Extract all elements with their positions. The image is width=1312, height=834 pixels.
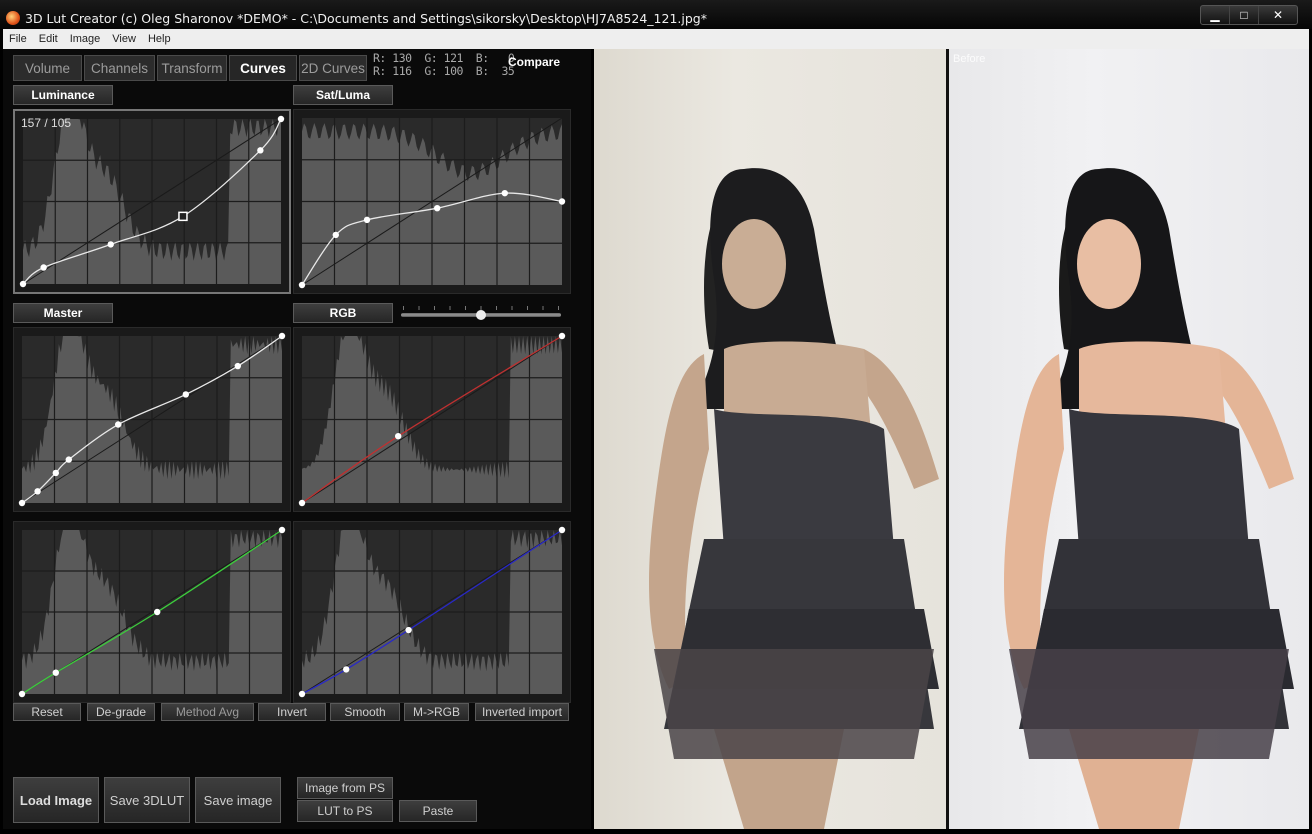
method-avg-button[interactable]: Method Avg (161, 703, 254, 721)
compare-button[interactable]: Compare (508, 55, 560, 69)
image-from-ps-button[interactable]: Image from PS (297, 777, 393, 799)
curve-point[interactable] (34, 488, 41, 495)
curve-point[interactable] (405, 626, 412, 634)
curve-point[interactable] (558, 332, 566, 340)
tab-curves[interactable]: Curves (229, 55, 297, 81)
readout-before: R: 116 G: 100 B: 35 (373, 64, 515, 78)
maximize-button[interactable]: □ (1230, 6, 1259, 24)
curve-coordinate-readout: 157 / 105 (21, 116, 72, 130)
menu-image[interactable]: Image (64, 29, 107, 45)
curve-point[interactable] (298, 499, 306, 507)
window-controls: ▁ □ ✕ (1200, 5, 1298, 25)
control-panel: Volume Channels Transform Curves 2D Curv… (3, 49, 591, 829)
curve-point[interactable] (298, 281, 306, 289)
menu-file[interactable]: File (3, 29, 33, 45)
tab-transform[interactable]: Transform (157, 55, 227, 81)
save-image-button[interactable]: Save image (195, 777, 281, 823)
invert-button[interactable]: Invert (258, 703, 326, 721)
luminance-curve-panel[interactable]: 157 / 105 (13, 109, 291, 294)
sat-luma-label-button[interactable]: Sat/Luma (293, 85, 393, 105)
curve-point[interactable] (18, 499, 26, 507)
menu-bar: File Edit Image View Help (3, 29, 1309, 49)
blue-curve-graph[interactable] (294, 522, 570, 702)
master-curve-panel[interactable] (13, 327, 291, 512)
tab-volume[interactable]: Volume (13, 55, 82, 81)
curve-point[interactable] (18, 690, 26, 698)
blue-curve-panel[interactable] (293, 521, 571, 703)
sat-luma-curve-panel[interactable] (293, 109, 571, 294)
curve-point[interactable] (363, 216, 371, 224)
red-curve-panel[interactable] (293, 327, 571, 512)
inverted-import-button[interactable]: Inverted import (475, 703, 569, 721)
green-curve-panel[interactable] (13, 521, 291, 703)
curve-point[interactable] (298, 690, 306, 698)
master-curve-graph[interactable] (14, 328, 290, 511)
curve-point[interactable] (558, 198, 566, 205)
master-label-button[interactable]: Master (13, 303, 113, 323)
curve-point[interactable] (182, 391, 189, 398)
curve-point[interactable] (107, 241, 114, 248)
preview-after-image[interactable] (594, 49, 946, 829)
curve-point[interactable] (52, 669, 59, 676)
curve-point[interactable] (558, 526, 566, 534)
save-3dlut-button[interactable]: Save 3DLUT (104, 777, 190, 823)
luminance-curve-graph[interactable] (15, 111, 289, 292)
curve-point[interactable] (52, 469, 59, 477)
curve-point[interactable] (277, 115, 285, 123)
app-icon (6, 11, 20, 25)
curve-point[interactable] (257, 147, 264, 154)
smooth-button[interactable]: Smooth (330, 703, 400, 721)
paste-button[interactable]: Paste (399, 800, 477, 822)
curve-point[interactable] (501, 189, 508, 197)
menu-view[interactable]: View (106, 29, 142, 45)
tab-2d-curves[interactable]: 2D Curves (299, 55, 367, 81)
lut-to-ps-button[interactable]: LUT to PS (297, 800, 393, 822)
luminance-label-button[interactable]: Luminance (13, 85, 113, 105)
curve-point[interactable] (343, 666, 350, 673)
before-label: Before (953, 53, 986, 65)
sat-luma-curve-graph[interactable] (294, 110, 570, 293)
window-title: 3D Lut Creator (c) Oleg Sharonov *DEMO* … (25, 11, 707, 26)
reset-button[interactable]: Reset (13, 703, 81, 721)
curve-point[interactable] (434, 204, 441, 212)
preview-before-image[interactable]: Before (949, 49, 1309, 829)
tab-channels[interactable]: Channels (84, 55, 155, 81)
menu-help[interactable]: Help (142, 29, 177, 45)
curve-point[interactable] (332, 231, 339, 239)
curve-point[interactable] (19, 280, 27, 288)
curve-point[interactable] (234, 362, 241, 370)
red-curve-graph[interactable] (294, 328, 570, 511)
green-curve-graph[interactable] (14, 522, 290, 702)
minimize-button[interactable]: ▁ (1201, 6, 1230, 24)
curve-point[interactable] (115, 421, 122, 428)
curve-point[interactable] (154, 608, 161, 616)
title-bar: 3D Lut Creator (c) Oleg Sharonov *DEMO* … (0, 0, 1312, 29)
model-figure-after (649, 168, 939, 829)
curve-point[interactable] (278, 332, 286, 340)
curve-point[interactable] (65, 456, 72, 463)
load-image-button[interactable]: Load Image (13, 777, 99, 823)
curve-point-selected[interactable] (178, 211, 188, 222)
m-to-rgb-button[interactable]: M->RGB (404, 703, 469, 721)
rgb-slider[interactable] (401, 306, 561, 320)
rgb-label-button[interactable]: RGB (293, 303, 393, 323)
menu-edit[interactable]: Edit (33, 29, 64, 45)
curve-point[interactable] (40, 264, 47, 271)
close-button[interactable]: ✕ (1259, 6, 1297, 24)
curve-point[interactable] (278, 526, 286, 534)
model-figure-before (1004, 168, 1294, 829)
curve-point[interactable] (395, 433, 402, 440)
de-grade-button[interactable]: De-grade (87, 703, 155, 721)
slider-thumb[interactable] (476, 310, 486, 320)
color-readout: R: 130 G: 121 B: 0 R: 116 G: 100 B: 35 (373, 52, 515, 78)
